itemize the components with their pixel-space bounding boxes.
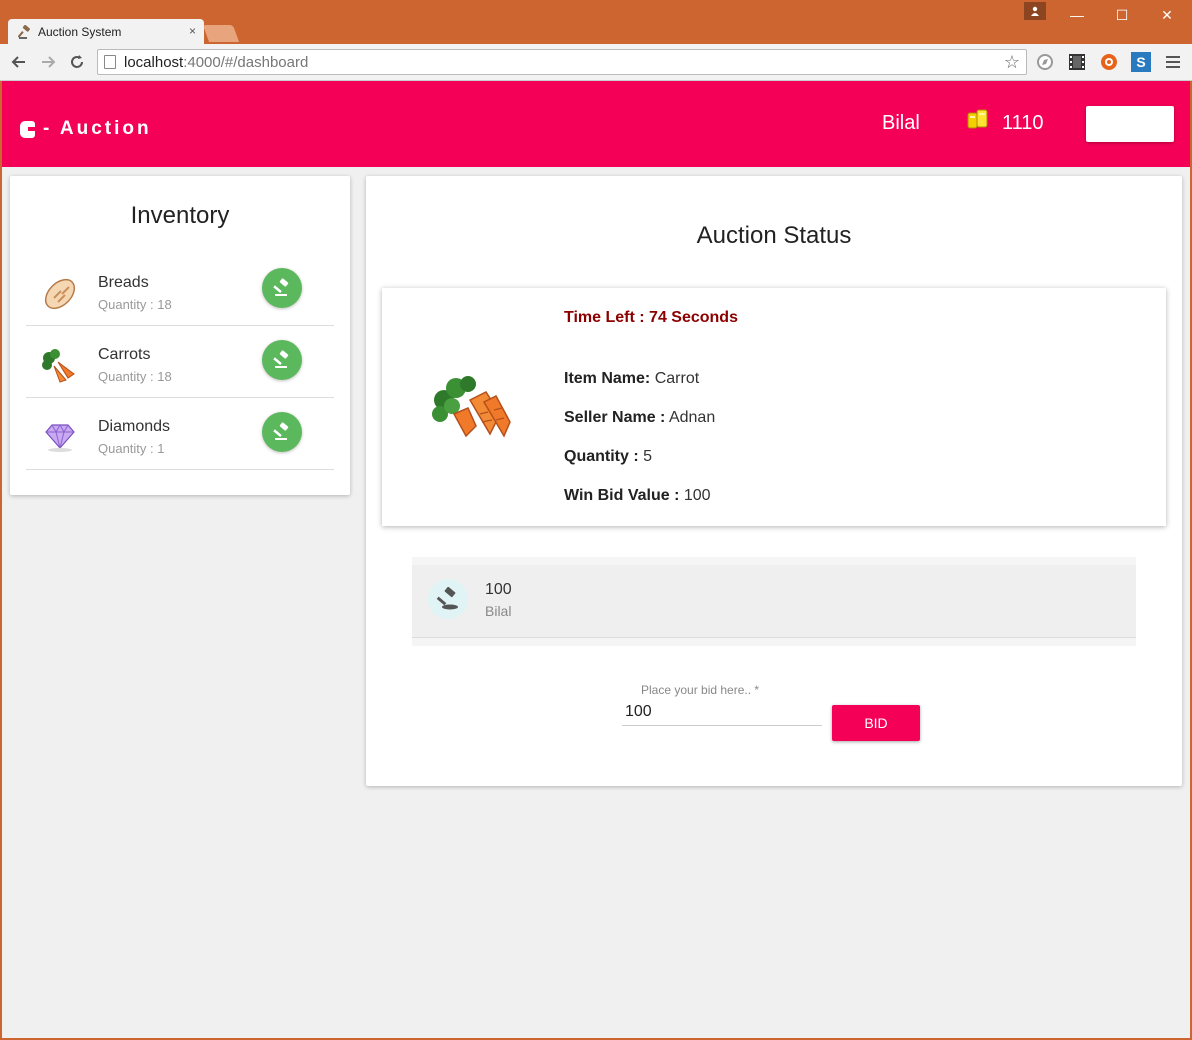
url-host: localhost xyxy=(124,53,184,71)
inventory-item-name: Carrots xyxy=(98,346,151,363)
username: Bilal xyxy=(882,112,920,134)
inventory-item-quantity: Quantity : 18 xyxy=(98,369,172,384)
seller-name-label: Seller Name : xyxy=(564,409,666,426)
bid-amount: 100 xyxy=(485,581,512,598)
list-item: 100 Bilal xyxy=(412,565,1136,638)
inventory-title: Inventory xyxy=(130,202,230,229)
inventory-item-diamonds: Diamonds Quantity : 1 xyxy=(26,398,334,470)
inventory-item-name: Breads xyxy=(98,274,149,291)
auction-item-button[interactable] xyxy=(262,268,302,308)
inventory-item-name: Diamonds xyxy=(98,418,171,435)
bookmark-star-icon[interactable]: ☆ xyxy=(1004,52,1020,73)
bid-input[interactable] xyxy=(622,698,822,726)
quantity-label: Quantity : xyxy=(564,448,639,465)
auction-item-button[interactable] xyxy=(262,412,302,452)
auction-item-button[interactable] xyxy=(262,340,302,380)
bid-list: 100 Bilal xyxy=(412,557,1136,646)
url-path: :4000/#/dashboard xyxy=(183,53,309,71)
lifebuoy-extension-icon[interactable] xyxy=(1099,52,1119,72)
inventory-item-quantity: Quantity : 18 xyxy=(98,297,172,312)
item-name-value: Carrot xyxy=(654,370,700,387)
auction-status-card: Auction Status Time Left : 74 Seconds It… xyxy=(366,176,1182,786)
bid-user: Bilal xyxy=(485,603,512,619)
bread-icon xyxy=(40,272,80,312)
tab-close-icon[interactable]: × xyxy=(189,24,196,38)
close-window-button[interactable]: ✕ xyxy=(1144,0,1190,30)
coins-icon xyxy=(966,107,992,131)
inventory-item-quantity: Quantity : 1 xyxy=(98,441,165,456)
minimize-button[interactable]: — xyxy=(1054,0,1100,30)
tab-title: Auction System xyxy=(38,24,122,39)
reload-icon[interactable] xyxy=(66,51,88,73)
quantity-value: 5 xyxy=(643,448,653,465)
gavel-avatar-icon xyxy=(428,579,468,619)
address-bar[interactable]: localhost:4000/#/dashboard ☆ xyxy=(97,49,1027,75)
inventory-card: Inventory Breads Quantity : 18 Carrots Q… xyxy=(10,176,350,495)
profile-icon[interactable] xyxy=(1024,2,1046,20)
gavel-icon xyxy=(273,278,289,296)
win-bid-row: Win Bid Value : 100 xyxy=(564,487,711,505)
bid-input-label: Place your bid here.. * xyxy=(641,683,760,697)
back-arrow-icon[interactable] xyxy=(8,51,30,73)
item-name-label: Item Name: xyxy=(564,370,651,387)
gavel-favicon-icon xyxy=(18,24,32,39)
page-icon xyxy=(104,55,116,69)
auction-item-card: Time Left : 74 Seconds Item Name: Carrot… xyxy=(382,288,1166,526)
seller-name-row: Seller Name : Adnan xyxy=(564,409,715,427)
forward-arrow-icon[interactable] xyxy=(37,51,59,73)
win-bid-value: 100 xyxy=(683,487,711,504)
brand-title: - Auction xyxy=(43,118,152,139)
seller-name-value: Adnan xyxy=(668,409,716,426)
gavel-icon xyxy=(273,350,289,368)
compass-extension-icon[interactable] xyxy=(1035,52,1055,72)
item-name-row: Item Name: Carrot xyxy=(564,370,699,388)
inventory-item-carrots: Carrots Quantity : 18 xyxy=(26,326,334,398)
brand[interactable]: - Auction xyxy=(20,118,152,140)
browser-tab[interactable]: Auction System × xyxy=(8,19,204,44)
svg-text:S: S xyxy=(1136,54,1145,70)
bid-button[interactable]: BID xyxy=(832,705,920,741)
app-viewport: - Auction Bilal 1110 LOGOUT Inventory Br… xyxy=(2,81,1190,1038)
s-extension-icon[interactable]: S xyxy=(1131,52,1151,72)
new-tab-button[interactable] xyxy=(202,25,240,42)
gavel-icon xyxy=(273,422,289,440)
browser-toolbar: localhost:4000/#/dashboard ☆ S xyxy=(0,44,1192,81)
auction-status-title: Auction Status xyxy=(696,222,852,249)
win-bid-label: Win Bid Value : xyxy=(564,487,680,504)
inventory-item-breads: Breads Quantity : 18 xyxy=(26,254,334,326)
app-header: - Auction Bilal 1110 LOGOUT xyxy=(2,81,1190,167)
diamond-icon xyxy=(40,416,80,456)
time-left: Time Left : 74 Seconds xyxy=(564,309,738,326)
carrot-icon xyxy=(40,344,80,384)
menu-icon[interactable] xyxy=(1163,52,1183,72)
film-extension-icon[interactable] xyxy=(1067,52,1087,72)
maximize-button[interactable]: ☐ xyxy=(1099,0,1145,30)
coin-balance: 1110 xyxy=(1002,112,1044,134)
carrot-image-icon xyxy=(430,370,516,440)
logout-button[interactable]: LOGOUT xyxy=(1086,106,1174,142)
browser-titlebar: Auction System × — ☐ ✕ xyxy=(0,0,1192,44)
quantity-row: Quantity : 5 xyxy=(564,448,652,466)
brand-logo-icon xyxy=(20,120,35,138)
